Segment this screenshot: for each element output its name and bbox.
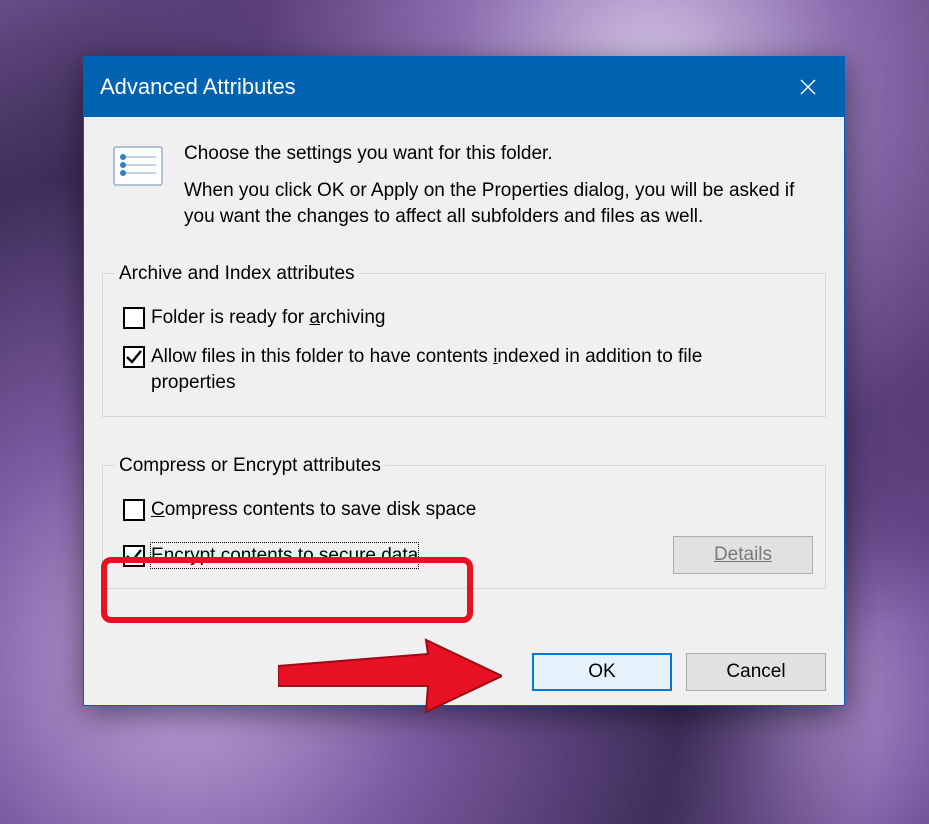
dialog-header: Choose the settings you want for this fo… xyxy=(112,141,816,241)
cancel-button[interactable]: Cancel xyxy=(686,653,826,691)
advanced-attributes-dialog: Advanced Attributes Choose the settings … xyxy=(83,56,845,706)
index-checkbox[interactable] xyxy=(123,346,145,368)
compress-label[interactable]: Compress contents to save disk space xyxy=(151,497,476,523)
dialog-footer: OK Cancel xyxy=(532,653,826,691)
index-label[interactable]: Allow files in this folder to have conte… xyxy=(151,344,791,395)
folder-settings-icon xyxy=(112,145,164,187)
ok-button[interactable]: OK xyxy=(532,653,672,691)
dialog-client-area: Choose the settings you want for this fo… xyxy=(84,117,844,667)
compress-encrypt-group: Compress or Encrypt attributes Compress … xyxy=(102,455,826,590)
archive-checkbox-row: Folder is ready for archiving xyxy=(115,305,813,331)
archive-label[interactable]: Folder is ready for archiving xyxy=(151,305,385,331)
archive-index-group: Archive and Index attributes Folder is r… xyxy=(102,263,826,417)
compress-encrypt-legend: Compress or Encrypt attributes xyxy=(115,455,385,477)
titlebar: Advanced Attributes xyxy=(84,57,844,117)
archive-index-legend: Archive and Index attributes xyxy=(115,263,359,285)
encrypt-label[interactable]: Encrypt contents to secure data xyxy=(151,543,418,569)
encrypt-checkbox-row: Encrypt contents to secure data xyxy=(115,543,418,569)
close-button[interactable] xyxy=(772,57,844,117)
intro-line-1: Choose the settings you want for this fo… xyxy=(184,141,816,168)
intro-line-2: When you click OK or Apply on the Proper… xyxy=(184,178,816,231)
compress-checkbox-row: Compress contents to save disk space xyxy=(115,497,813,523)
dialog-intro-text: Choose the settings you want for this fo… xyxy=(184,141,816,241)
close-icon xyxy=(799,78,817,96)
details-button[interactable]: Details xyxy=(673,536,813,574)
archive-checkbox[interactable] xyxy=(123,307,145,329)
index-checkbox-row: Allow files in this folder to have conte… xyxy=(115,344,813,395)
compress-checkbox[interactable] xyxy=(123,499,145,521)
encrypt-checkbox[interactable] xyxy=(123,545,145,567)
dialog-title: Advanced Attributes xyxy=(100,74,296,100)
